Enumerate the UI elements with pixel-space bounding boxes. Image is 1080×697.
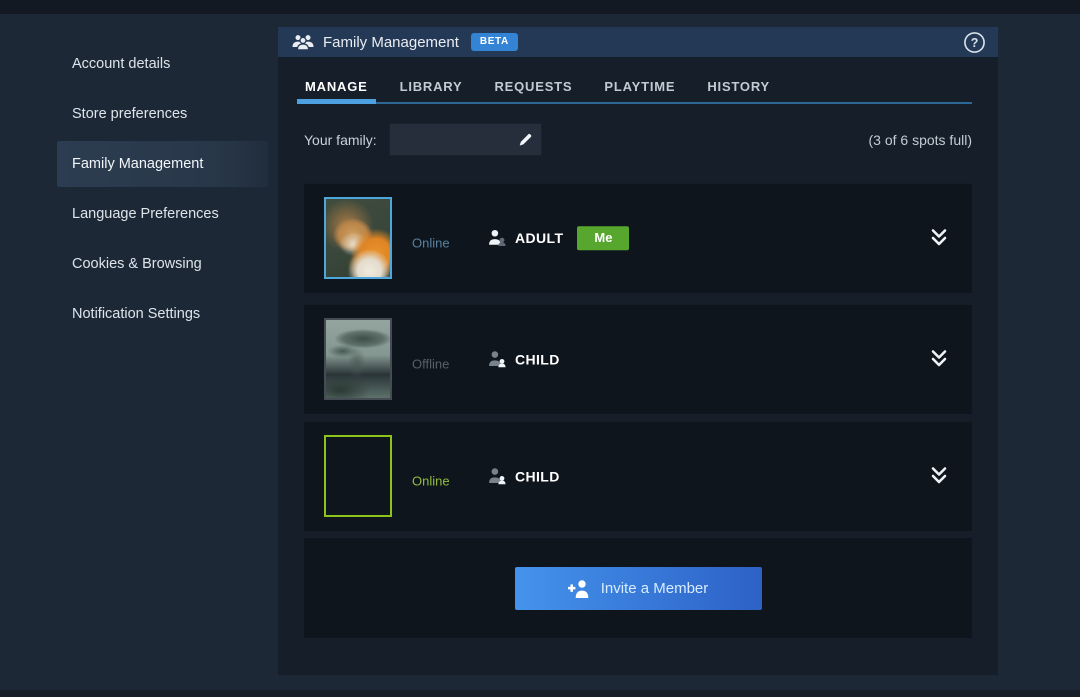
member-role: ADULT Me [488, 226, 629, 250]
panel-header: Family Management BETA ? [278, 27, 998, 57]
member-role-label: CHILD [515, 468, 560, 484]
family-member-row: Offline CHILD [304, 304, 972, 414]
svg-text:?: ? [970, 35, 978, 49]
me-badge: Me [577, 226, 629, 250]
member-role-label: ADULT [515, 230, 563, 246]
child-role-icon [488, 351, 506, 368]
bottom-strip [0, 690, 1080, 697]
member-role: CHILD [488, 351, 560, 368]
family-tabs: MANAGE LIBRARY REQUESTS PLAYTIME HISTORY [297, 57, 972, 104]
question-circle-icon[interactable]: ? [962, 30, 986, 54]
expand-chevron-icon[interactable] [931, 229, 947, 248]
sidebar-item-language-preferences[interactable]: Language Preferences [57, 191, 268, 237]
spots-counter: (3 of 6 spots full) [869, 132, 973, 148]
tab-requests[interactable]: REQUESTS [486, 73, 580, 104]
invite-member-label: Invite a Member [601, 580, 709, 597]
add-person-icon [568, 579, 590, 599]
member-status: Online [412, 474, 450, 489]
member-avatar[interactable] [324, 197, 392, 279]
adult-role-icon [488, 230, 506, 247]
expand-chevron-icon[interactable] [931, 350, 947, 369]
member-avatar[interactable] [324, 435, 392, 517]
family-group-icon [292, 34, 314, 50]
manage-tab-content: MANAGE LIBRARY REQUESTS PLAYTIME HISTORY… [278, 57, 998, 675]
sidebar-item-account-details[interactable]: Account details [57, 41, 268, 87]
sidebar-item-cookies-browsing[interactable]: Cookies & Browsing [57, 241, 268, 287]
top-strip [0, 0, 1080, 14]
family-name-bar: Your family: (3 of 6 spots full) [304, 123, 972, 156]
member-avatar[interactable] [324, 318, 392, 400]
family-management-panel: Family Management BETA ? MANAGE LIBRARY … [278, 27, 998, 675]
pencil-icon[interactable] [517, 131, 535, 149]
family-name-label: Your family: [304, 132, 377, 148]
family-name-input-wrap [389, 123, 542, 156]
family-member-row: Online CHILD [304, 421, 972, 531]
sidebar-item-family-management[interactable]: Family Management [57, 141, 268, 187]
member-role-label: CHILD [515, 351, 560, 367]
steam-account-settings-page: Account details Store preferences Family… [0, 0, 1080, 697]
invite-member-button[interactable]: Invite a Member [515, 567, 762, 610]
sidebar-item-notification-settings[interactable]: Notification Settings [57, 291, 268, 337]
child-role-icon [488, 468, 506, 485]
sidebar-item-store-preferences[interactable]: Store preferences [57, 91, 268, 137]
tab-library[interactable]: LIBRARY [392, 73, 471, 104]
expand-chevron-icon[interactable] [931, 467, 947, 486]
panel-title: Family Management [323, 34, 459, 51]
invite-panel: Invite a Member [304, 538, 972, 638]
member-status: Offline [412, 357, 449, 372]
member-role: CHILD [488, 468, 560, 485]
tab-playtime[interactable]: PLAYTIME [596, 73, 683, 104]
member-status: Online [412, 236, 450, 251]
family-member-row: Online ADULT Me [304, 183, 972, 293]
beta-badge: BETA [471, 33, 518, 51]
tab-manage[interactable]: MANAGE [297, 73, 376, 104]
settings-sidebar: Account details Store preferences Family… [0, 14, 278, 697]
tab-history[interactable]: HISTORY [699, 73, 778, 104]
